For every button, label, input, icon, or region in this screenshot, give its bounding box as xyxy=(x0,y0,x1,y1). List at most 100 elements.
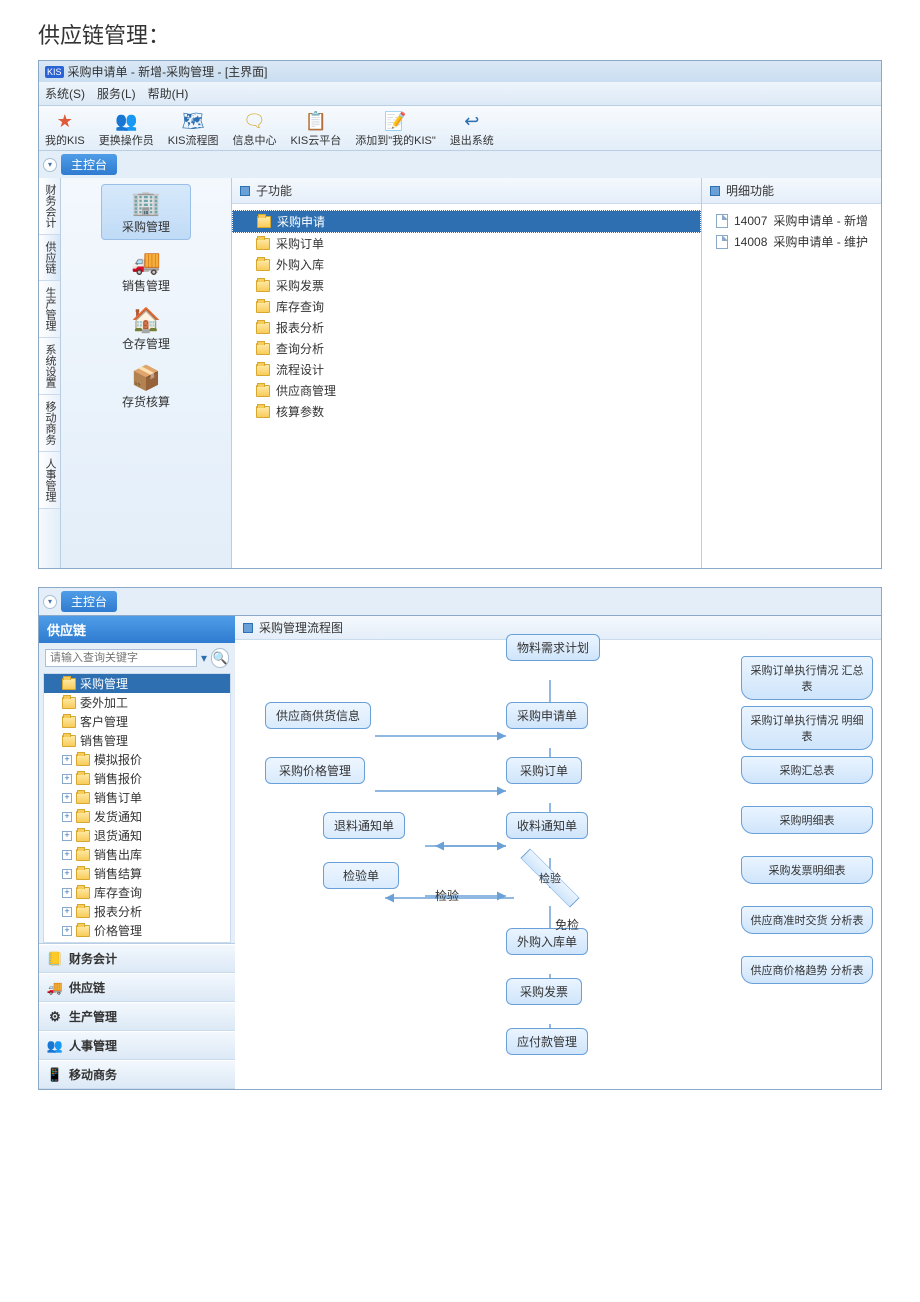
expand-icon[interactable]: + xyxy=(62,850,72,860)
menu-item[interactable]: 系统(S) xyxy=(45,87,85,101)
tab-main-console[interactable]: 主控台 xyxy=(61,154,117,175)
flow-decision[interactable]: 检验 xyxy=(515,863,585,893)
folder-icon xyxy=(256,364,270,376)
tree-item[interactable]: +价格管理 xyxy=(44,921,230,940)
report-link[interactable]: 采购明细表 xyxy=(741,806,873,834)
folder-icon xyxy=(76,792,90,804)
tree-item[interactable]: 销售管理 xyxy=(44,731,230,750)
sub-function-item[interactable]: 流程设计 xyxy=(232,359,701,380)
bottom-nav-item[interactable]: 🚚供应链 xyxy=(39,973,235,1002)
toolbar-button[interactable]: 📝添加到"我的KIS" xyxy=(355,110,436,148)
expand-icon[interactable]: + xyxy=(62,774,72,784)
chevron-down-icon[interactable]: ▾ xyxy=(201,651,207,665)
sub-function-item[interactable]: 库存查询 xyxy=(232,296,701,317)
toolbar-button[interactable]: 📋KIS云平台 xyxy=(290,110,341,148)
toolbar-icon: ↩ xyxy=(461,110,483,132)
tree-item[interactable]: 委外加工 xyxy=(44,693,230,712)
toolbar-button[interactable]: ↩退出系统 xyxy=(450,110,494,148)
flow-node[interactable]: 采购发票 xyxy=(506,978,582,1005)
vertical-tab[interactable]: 系统设置 xyxy=(39,338,60,395)
report-link[interactable]: 采购汇总表 xyxy=(741,756,873,784)
tree-label: 模拟报价 xyxy=(94,751,142,768)
sub-function-item[interactable]: 报表分析 xyxy=(232,317,701,338)
expand-icon[interactable]: + xyxy=(62,793,72,803)
report-link[interactable]: 采购订单执行情况 明细表 xyxy=(741,706,873,750)
sub-function-item[interactable]: 查询分析 xyxy=(232,338,701,359)
sub-function-item[interactable]: 采购发票 xyxy=(232,275,701,296)
toolbar-button[interactable]: ★我的KIS xyxy=(45,110,85,148)
detail-label: 采购申请单 - 新增 xyxy=(773,212,868,229)
flow-node[interactable]: 采购价格管理 xyxy=(265,757,365,784)
expand-icon[interactable]: + xyxy=(62,831,72,841)
expand-icon[interactable]: + xyxy=(62,755,72,765)
sub-function-label: 核算参数 xyxy=(276,403,324,420)
tab-main-console[interactable]: 主控台 xyxy=(61,591,117,612)
module-icon: 📦 xyxy=(61,364,231,393)
report-link[interactable]: 采购订单执行情况 汇总表 xyxy=(741,656,873,700)
module-item[interactable]: 📦存货核算 xyxy=(61,360,231,414)
tab-dropdown-icon[interactable]: ▾ xyxy=(43,595,57,609)
search-input[interactable] xyxy=(45,649,197,667)
flow-node[interactable]: 采购申请单 xyxy=(506,702,588,729)
tree-item[interactable]: +销售出库 xyxy=(44,845,230,864)
vertical-tab[interactable]: 人事管理 xyxy=(39,452,60,509)
detail-function-item[interactable]: 14007采购申请单 - 新增 xyxy=(702,210,881,231)
expand-icon[interactable]: + xyxy=(62,888,72,898)
flow-node[interactable]: 退料通知单 xyxy=(323,812,405,839)
flow-node[interactable]: 供应商供货信息 xyxy=(265,702,371,729)
bottom-nav-item[interactable]: 👥人事管理 xyxy=(39,1031,235,1060)
menu-item[interactable]: 服务(L) xyxy=(97,87,136,101)
folder-icon xyxy=(62,716,76,728)
search-button[interactable]: 🔍 xyxy=(211,648,229,668)
tree-item[interactable]: +库存查询 xyxy=(44,883,230,902)
toolbar-button[interactable]: 👥更换操作员 xyxy=(99,110,154,148)
module-item[interactable]: 🚚销售管理 xyxy=(61,244,231,298)
panels: 子功能 采购申请采购订单外购入库采购发票库存查询报表分析查询分析流程设计供应商管… xyxy=(231,178,881,568)
tree-item[interactable]: +销售订单 xyxy=(44,788,230,807)
sub-function-item[interactable]: 核算参数 xyxy=(232,401,701,422)
report-link[interactable]: 采购发票明细表 xyxy=(741,856,873,884)
detail-function-item[interactable]: 14008采购申请单 - 维护 xyxy=(702,231,881,252)
flow-node[interactable]: 应付款管理 xyxy=(506,1028,588,1055)
bottom-nav-item[interactable]: ⚙生产管理 xyxy=(39,1002,235,1031)
sub-function-item[interactable]: 外购入库 xyxy=(232,254,701,275)
sub-function-item[interactable]: 采购订单 xyxy=(232,233,701,254)
bottom-nav-item[interactable]: 📱移动商务 xyxy=(39,1060,235,1089)
toolbar-button[interactable]: 🗨信息中心 xyxy=(232,110,276,148)
tree-item[interactable]: 采购管理 xyxy=(44,674,230,693)
flow-node[interactable]: 采购订单 xyxy=(506,757,582,784)
vertical-tab[interactable]: 生产管理 xyxy=(39,281,60,338)
vertical-tab[interactable]: 移动商务 xyxy=(39,395,60,452)
expand-icon[interactable]: + xyxy=(62,926,72,936)
sub-function-item[interactable]: 供应商管理 xyxy=(232,380,701,401)
expand-icon[interactable]: + xyxy=(62,907,72,917)
tree-item[interactable]: + 模拟报价 xyxy=(44,750,230,769)
tree-item[interactable]: +报表分析 xyxy=(44,902,230,921)
toolbar-button[interactable]: 🗺KIS流程图 xyxy=(168,110,219,148)
bottom-nav-item[interactable]: 📒财务会计 xyxy=(39,944,235,973)
flow-node[interactable]: 检验单 xyxy=(323,862,399,889)
menu-item[interactable]: 帮助(H) xyxy=(148,87,189,101)
tree-item[interactable]: +销售报价 xyxy=(44,769,230,788)
module-item[interactable]: 🏠仓存管理 xyxy=(61,302,231,356)
tree-item[interactable]: 客户管理 xyxy=(44,712,230,731)
sub-function-label: 外购入库 xyxy=(276,256,324,273)
flow-node[interactable]: 物料需求计划 xyxy=(506,634,600,661)
tree-item[interactable]: +退货通知 xyxy=(44,826,230,845)
module-item[interactable]: 🏢采购管理 xyxy=(101,184,191,240)
folder-icon xyxy=(256,385,270,397)
tree-item[interactable]: +销售结算 xyxy=(44,864,230,883)
tree-label: 客户管理 xyxy=(80,713,128,730)
tree-item[interactable]: +发货通知 xyxy=(44,807,230,826)
expand-icon[interactable]: + xyxy=(62,812,72,822)
folder-icon xyxy=(256,259,270,271)
tab-dropdown-icon[interactable]: ▾ xyxy=(43,158,57,172)
sub-function-item[interactable]: 采购申请 xyxy=(232,210,701,233)
report-link[interactable]: 供应商价格趋势 分析表 xyxy=(741,956,873,984)
vertical-tab[interactable]: 财务会计 xyxy=(39,178,60,235)
menubar: 系统(S) 服务(L) 帮助(H) xyxy=(39,82,881,106)
flow-node[interactable]: 收料通知单 xyxy=(506,812,588,839)
report-link[interactable]: 供应商准时交货 分析表 xyxy=(741,906,873,934)
expand-icon[interactable]: + xyxy=(62,869,72,879)
vertical-tab[interactable]: 供应链 xyxy=(39,235,60,281)
